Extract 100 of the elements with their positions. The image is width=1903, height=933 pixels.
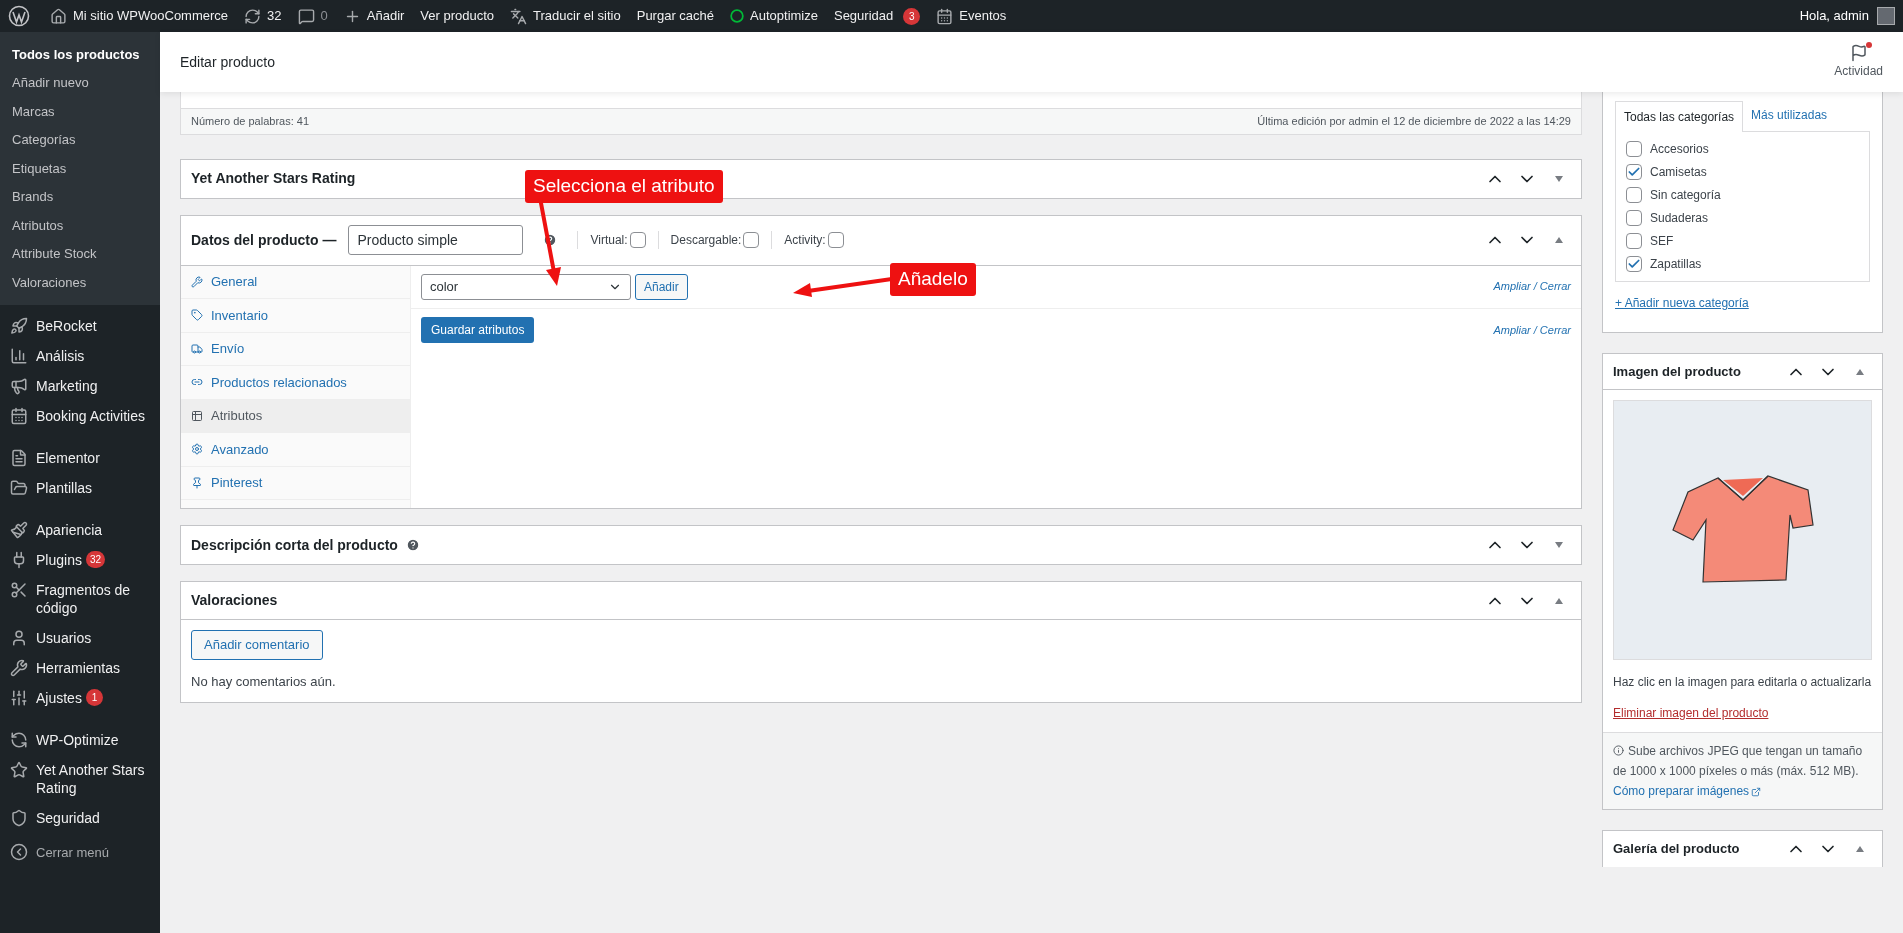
image-hint: Haz clic en la imagen para editarla o actualizarla	[1613, 674, 1872, 691]
submenu-item[interactable]: Valoraciones	[0, 268, 160, 297]
admin-bar-link[interactable]: Añadir	[335, 6, 413, 26]
triangle-up-icon	[1554, 596, 1564, 605]
translate-icon	[510, 7, 528, 25]
menu-item[interactable]: WP-Optimize	[0, 724, 160, 755]
menu-item[interactable]: Elementor	[0, 442, 160, 473]
checkbox[interactable]	[827, 232, 844, 248]
tab-icon	[191, 342, 203, 355]
category-tab[interactable]: Todas las categorías	[1615, 101, 1744, 132]
menu-icon	[10, 628, 28, 647]
greeting[interactable]: Hola, admin	[1799, 6, 1869, 26]
admin-bar-link[interactable]: Ver producto	[412, 6, 503, 26]
menu-icon	[10, 658, 28, 677]
menu-item[interactable]: Plantillas	[0, 472, 160, 503]
category-tab[interactable]: Más utilizadas	[1743, 100, 1836, 131]
collapse-menu-button[interactable]: Cerrar menú	[0, 838, 160, 866]
menu-item[interactable]: Seguridad	[0, 802, 160, 833]
product-data-tab[interactable]: General	[181, 265, 410, 299]
add-category-link[interactable]: + Añadir nueva categoría	[1615, 294, 1870, 312]
menu-item[interactable]: Apariencia	[0, 514, 160, 545]
category-label: Sin categoría	[1650, 187, 1721, 204]
submenu-item[interactable]: Attribute Stock	[0, 239, 160, 268]
empty-message: No hay comentarios aún.	[191, 673, 336, 691]
home-icon	[50, 7, 67, 25]
submenu-item[interactable]: Marcas	[0, 97, 160, 126]
menu-item[interactable]: Análisis	[0, 340, 160, 371]
checkbox[interactable]	[743, 232, 760, 248]
triangle-up-icon	[1554, 236, 1564, 244]
help-icon[interactable]	[405, 538, 420, 552]
product-type-select[interactable]: Producto simple	[348, 225, 524, 255]
checkbox[interactable]	[1626, 210, 1642, 226]
product-data-tab[interactable]: Avanzado	[181, 433, 410, 467]
expand-collapse-link[interactable]: Ampliar / Cerrar	[1493, 278, 1571, 295]
help-icon[interactable]	[543, 233, 558, 247]
activity-button[interactable]: Actividad	[1834, 44, 1883, 80]
check-icon	[1627, 165, 1641, 179]
menu-icon	[10, 580, 28, 599]
attribute-select[interactable]: color	[421, 273, 631, 300]
menu-icon	[10, 316, 28, 335]
checkbox[interactable]	[1626, 233, 1642, 249]
checkbox[interactable]	[1626, 256, 1642, 272]
checkbox[interactable]	[1626, 141, 1642, 157]
admin-bar-link[interactable]: Purgar caché	[628, 6, 723, 26]
admin-bar-link[interactable]: 0	[289, 6, 336, 26]
check-icon	[1627, 257, 1641, 271]
save-attributes-button[interactable]: Guardar atributos	[421, 317, 535, 343]
menu-label: Marketing	[36, 376, 98, 395]
admin-bar-link[interactable]: Traducir el sitio	[502, 6, 629, 26]
comment-icon	[297, 7, 315, 25]
add-attribute-button[interactable]: Añadir	[635, 273, 688, 300]
product-data-tab[interactable]: Atributos	[181, 399, 410, 433]
panel-title: Imagen del producto	[1613, 362, 1741, 381]
product-data-tab[interactable]: Inventario	[181, 299, 410, 333]
menu-label: Booking Activities	[36, 406, 145, 425]
menu-item[interactable]: Fragmentos de código	[0, 574, 160, 623]
menu-label: Apariencia	[36, 520, 103, 539]
option-label: Descargable:	[670, 232, 742, 249]
menu-label: Plantillas	[36, 478, 93, 497]
menu-label: Usuarios	[36, 628, 92, 647]
remove-image-link[interactable]: Eliminar imagen del producto	[1613, 704, 1872, 722]
menu-item[interactable]: Herramientas	[0, 652, 160, 683]
submenu-item[interactable]: Añadir nuevo	[0, 68, 160, 97]
image-info: Sube archivos JPEG que tengan un tamaño de 1000 x 1000 píxeles o más (máx. 512 MB). Cómo preparar imágenes	[1613, 743, 1864, 800]
menu-item[interactable]: BeRocket	[0, 310, 160, 341]
product-data-tab[interactable]: Envío	[181, 332, 410, 366]
menu-item[interactable]: Ajustes 1	[0, 682, 160, 713]
menu-icon	[10, 478, 28, 497]
submenu-item[interactable]: Brands	[0, 182, 160, 211]
admin-bar-link[interactable]: Autoptimize	[722, 6, 826, 26]
refresh-icon	[244, 7, 262, 25]
category-label: SEF	[1650, 233, 1674, 250]
tab-icon	[191, 309, 203, 322]
submenu-item[interactable]: Atributos	[0, 211, 160, 240]
product-data-tab[interactable]: Productos relacionados	[181, 366, 410, 400]
menu-item[interactable]: Marketing	[0, 370, 160, 401]
submenu-item[interactable]: Categorías	[0, 125, 160, 154]
menu-item[interactable]: Yet Another Stars Rating	[0, 754, 160, 803]
submenu-item[interactable]: Todos los productos	[0, 40, 160, 69]
expand-collapse-link[interactable]: Ampliar / Cerrar	[1493, 321, 1571, 339]
submenu-item[interactable]: Etiquetas	[0, 154, 160, 183]
menu-item[interactable]: Plugins 32	[0, 544, 160, 575]
admin-bar-link[interactable]: Eventos	[928, 6, 1015, 26]
admin-bar-link[interactable]: Mi sitio WPWooCommerce	[42, 6, 237, 26]
menu-item[interactable]: Usuarios	[0, 622, 160, 653]
tab-icon	[191, 443, 203, 456]
tab-icon	[191, 409, 203, 422]
checkbox[interactable]	[1626, 164, 1642, 180]
panel-title: Galería del producto	[1613, 840, 1740, 859]
image-guide-link[interactable]: Cómo preparar imágenes	[1613, 784, 1762, 798]
add-comment-button[interactable]: Añadir comentario	[191, 630, 323, 660]
checkbox[interactable]	[629, 232, 646, 248]
admin-bar-link[interactable]: Seguridad 3	[825, 6, 929, 26]
admin-bar-link[interactable]: 32	[236, 6, 290, 26]
product-data-tab[interactable]: Pinterest	[181, 466, 410, 500]
option-label: Virtual:	[590, 232, 628, 249]
wordpress-logo-icon[interactable]	[8, 5, 30, 27]
triangle-down-icon	[1554, 541, 1564, 549]
checkbox[interactable]	[1626, 187, 1642, 203]
menu-item[interactable]: Booking Activities	[0, 400, 160, 431]
